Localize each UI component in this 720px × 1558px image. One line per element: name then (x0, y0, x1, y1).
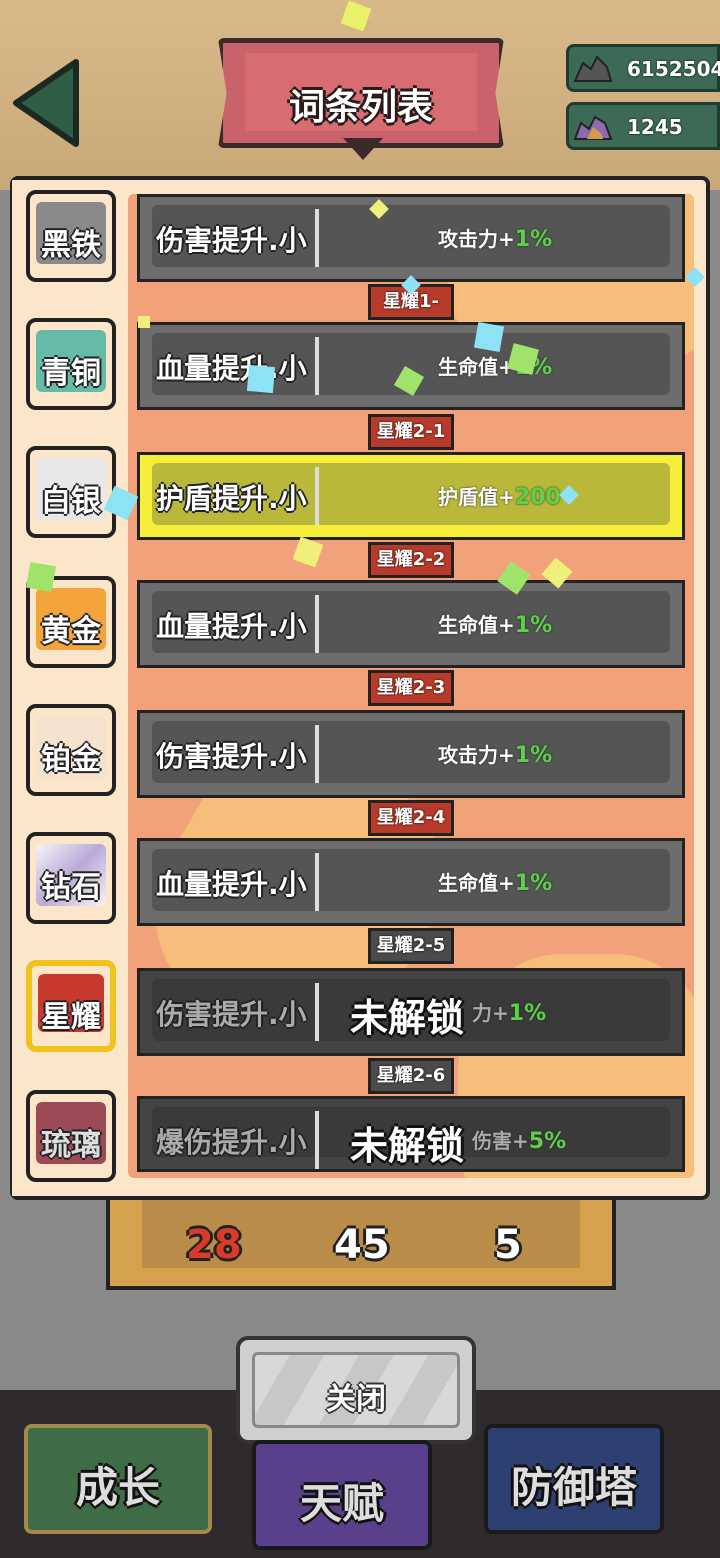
resource-crystal: 1245 (566, 102, 720, 150)
page-title: 词条列表 (288, 87, 433, 128)
entry-row[interactable]: 血量提升.小 生命值+1% (137, 322, 685, 410)
entry-row[interactable]: 伤害提升.小 攻击力+1% (137, 194, 685, 282)
entry-name: 血量提升.小 (156, 352, 307, 385)
resource-ore: 6152504 (566, 44, 720, 92)
entry-effect: 护盾值+200 (438, 485, 561, 510)
confetti (25, 561, 57, 593)
tier-tab-platinum[interactable]: 铂金 (26, 704, 116, 796)
entry-name: 爆伤提升.小 (156, 1126, 307, 1159)
tab-talent[interactable]: 天赋 (252, 1440, 432, 1550)
stage-label: 星耀2-4 (368, 800, 454, 836)
entry-effect: 攻击力+1% (438, 743, 553, 768)
close-button-label: 关闭 (326, 1382, 386, 1417)
stage-label: 星耀2-2 (368, 542, 454, 578)
title-banner-tip (343, 138, 383, 160)
entry-row-active[interactable]: 护盾提升.小 护盾值+200 (137, 452, 685, 540)
stage-label: 星耀2-1 (368, 414, 454, 450)
reward-count-orb: 5 (494, 1222, 522, 1268)
confetti (138, 316, 150, 328)
entry-effect: 生命值+1% (438, 871, 553, 896)
entry-row[interactable]: 血量提升.小 生命值+1% (137, 580, 685, 668)
entry-name: 血量提升.小 (156, 868, 307, 901)
stage-label: 星耀2-6 (368, 1058, 454, 1094)
entry-name: 血量提升.小 (156, 610, 307, 643)
close-button[interactable]: 关闭 (236, 1336, 476, 1444)
resource-ore-value: 6152504 (627, 57, 720, 81)
tier-tab-silver[interactable]: 白银 (26, 446, 116, 538)
entry-effect: 力+1% (472, 1001, 547, 1026)
tab-growth[interactable]: 成长 (24, 1424, 212, 1534)
entry-effect: 攻击力+1% (438, 227, 553, 252)
dark-ore-icon (573, 55, 613, 82)
crystal-ore-icon (573, 115, 613, 140)
locked-label: 未解锁 (350, 996, 465, 1040)
tier-tab-star-glory[interactable]: 星耀 (26, 960, 116, 1052)
locked-label: 未解锁 (350, 1124, 465, 1168)
resource-crystal-value: 1245 (627, 115, 683, 139)
stage-label: 星耀2-5 (368, 928, 454, 964)
confetti (246, 364, 276, 394)
tab-defense-tower[interactable]: 防御塔 (484, 1424, 664, 1534)
entry-name: 伤害提升.小 (156, 224, 307, 257)
reward-count-crystal: 45 (334, 1222, 390, 1268)
entry-name: 护盾提升.小 (156, 482, 307, 515)
entry-row[interactable]: 血量提升.小 生命值+1% (137, 838, 685, 926)
entry-name: 伤害提升.小 (156, 740, 307, 773)
entry-effect: 生命值+1% (438, 613, 553, 638)
stage-label: 星耀2-3 (368, 670, 454, 706)
entry-row-locked[interactable]: 爆伤提升.小 伤害+5% 未解锁 (137, 1096, 685, 1172)
tier-tab-diamond[interactable]: 钻石 (26, 832, 116, 924)
back-arrow-icon[interactable] (10, 58, 80, 148)
tier-tab-bronze[interactable]: 青铜 (26, 318, 116, 410)
entry-row-locked[interactable]: 伤害提升.小 力+1% 未解锁 (137, 968, 685, 1056)
entry-name: 伤害提升.小 (156, 998, 307, 1031)
reward-count-fire: 28 (186, 1222, 242, 1268)
tier-tab-black-iron[interactable]: 黑铁 (26, 190, 116, 282)
confetti (473, 321, 505, 353)
entry-effect: 伤害+5% (472, 1129, 567, 1154)
tier-tab-glaze[interactable]: 琉璃 (26, 1090, 116, 1182)
entry-row[interactable]: 伤害提升.小 攻击力+1% (137, 710, 685, 798)
